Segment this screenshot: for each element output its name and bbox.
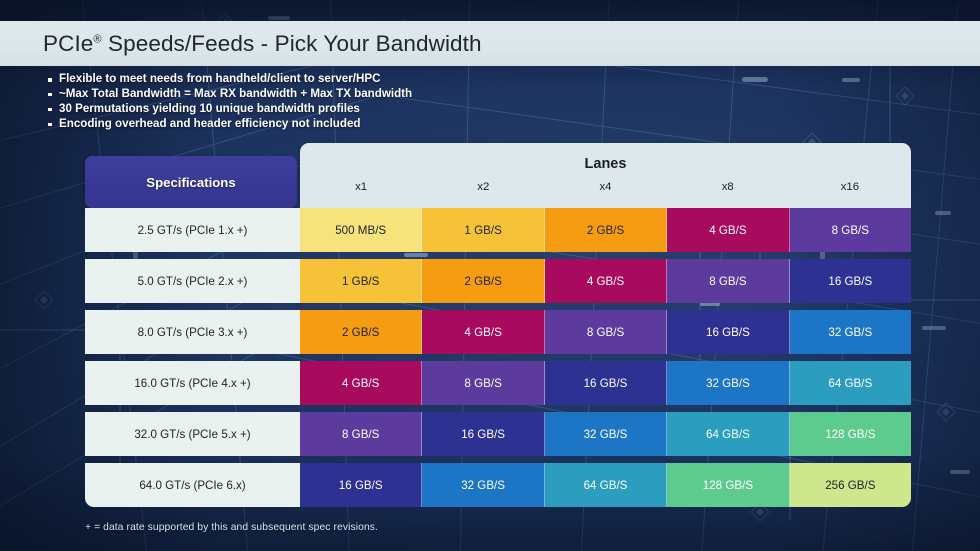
lane-column-header: x16 [840,181,860,193]
footnote: + = data rate supported by this and subs… [85,522,378,533]
bandwidth-cells: 16 GB/S 32 GB/S 64 GB/S 128 GB/S 256 GB/S [300,463,912,507]
title-band: PCIe® Speeds/Feeds - Pick Your Bandwidth [0,21,980,66]
bandwidth-cell: 4 GB/S [667,208,790,252]
bandwidth-cells: 4 GB/S 8 GB/S 16 GB/S 32 GB/S 64 GB/S [300,361,912,405]
registered-trademark-icon: ® [93,33,102,45]
bandwidth-cell: 32 GB/S [667,361,790,405]
bandwidth-cell: 256 GB/S [789,463,912,507]
bandwidth-cell: 16 GB/S [422,412,545,456]
bandwidth-cell: 8 GB/S [422,361,545,405]
bullet-list: Flexible to meet needs from handheld/cli… [46,72,412,132]
bandwidth-cell: 16 GB/S [300,463,423,507]
bullet-item: ~Max Total Bandwidth = Max RX bandwidth … [46,87,412,102]
lanes-header-panel: Lanes x1 x2 x4 x8 x16 [300,143,911,208]
bandwidth-cell: 128 GB/S [667,463,790,507]
table-row: 8.0 GT/s (PCIe 3.x +) 2 GB/S 4 GB/S 8 GB/S 1… [85,310,912,354]
bandwidth-cell: 8 GB/S [667,259,790,303]
page-title-text-after: Speeds/Feeds - Pick Your Bandwidth [101,30,482,56]
spec-row-label: 32.0 GT/s (PCIe 5.x +) [85,412,300,456]
bandwidth-cell: 1 GB/S [300,259,423,303]
bandwidth-cell: 8 GB/S [300,412,423,456]
lane-column-headers: x1 x2 x4 x8 x16 [300,181,911,208]
lane-column-header: x8 [721,181,734,193]
bandwidth-cell: 32 GB/S [544,412,668,456]
table-row: 64.0 GT/s (PCIe 6.x) 16 GB/S 32 GB/S 64 GB/… [85,463,912,507]
bandwidth-cell: 4 GB/S [300,361,423,405]
page-title: PCIe® Speeds/Feeds - Pick Your Bandwidth [43,31,482,57]
bandwidth-cell: 128 GB/S [789,412,912,456]
bandwidth-cell: 4 GB/S [544,259,668,303]
lanes-header-label: Lanes [584,156,627,172]
bullet-item: Flexible to meet needs from handheld/cli… [46,72,412,87]
bandwidth-cell: 16 GB/S [667,310,790,354]
specifications-header-label: Specifications [146,174,236,190]
bandwidth-cell: 8 GB/S [789,208,912,252]
lane-column-header: x2 [477,181,490,193]
lane-column-header: x4 [599,181,612,193]
table-body: 2.5 GT/s (PCIe 1.x +) 500 MB/S 1 GB/S 2 GB/… [85,208,912,507]
lane-column-header: x1 [355,181,368,193]
spec-row-label: 5.0 GT/s (PCIe 2.x +) [85,259,300,303]
bandwidth-cell: 64 GB/S [544,463,668,507]
bandwidth-cell: 4 GB/S [422,310,545,354]
bandwidth-cell: 64 GB/S [789,361,912,405]
table-row: 2.5 GT/s (PCIe 1.x +) 500 MB/S 1 GB/S 2 GB/… [85,208,912,252]
bandwidth-cell: 16 GB/S [789,259,912,303]
table-row: 16.0 GT/s (PCIe 4.x +) 4 GB/S 8 GB/S 16 GB/… [85,361,912,405]
bandwidth-cell: 64 GB/S [667,412,790,456]
table-row: 32.0 GT/s (PCIe 5.x +) 8 GB/S 16 GB/S 32 GB… [85,412,912,456]
bandwidth-cell: 16 GB/S [544,361,668,405]
spec-row-label: 16.0 GT/s (PCIe 4.x +) [85,361,300,405]
bandwidth-cell: 1 GB/S [422,208,545,252]
specifications-header: Specifications [85,156,297,208]
bandwidth-cell: 32 GB/S [422,463,545,507]
bullet-item: 30 Permutations yielding 10 unique bandw… [46,102,412,117]
bandwidth-cell: 32 GB/S [789,310,912,354]
bandwidth-cells: 2 GB/S 4 GB/S 8 GB/S 16 GB/S 32 GB/S [300,310,912,354]
bandwidth-cells: 500 MB/S 1 GB/S 2 GB/S 4 GB/S 8 GB/S [300,208,912,252]
spec-row-label: 8.0 GT/s (PCIe 3.x +) [85,310,300,354]
table-row: 5.0 GT/s (PCIe 2.x +) 1 GB/S 2 GB/S 4 GB/S 8… [85,259,912,303]
spec-row-label: 64.0 GT/s (PCIe 6.x) [85,463,300,507]
bandwidth-cell: 500 MB/S [300,208,423,252]
spec-row-label: 2.5 GT/s (PCIe 1.x +) [85,208,300,252]
page-title-text-before: PCIe [43,30,94,56]
bandwidth-cell: 8 GB/S [544,310,668,354]
bandwidth-cell: 2 GB/S [544,208,668,252]
bandwidth-cells: 1 GB/S 2 GB/S 4 GB/S 8 GB/S 16 GB/S [300,259,912,303]
bandwidth-cell: 2 GB/S [300,310,423,354]
bullet-item: Encoding overhead and header efficiency … [46,117,412,132]
bandwidth-cell: 2 GB/S [422,259,545,303]
bandwidth-cells: 8 GB/S 16 GB/S 32 GB/S 64 GB/S 128 GB/S [300,412,912,456]
